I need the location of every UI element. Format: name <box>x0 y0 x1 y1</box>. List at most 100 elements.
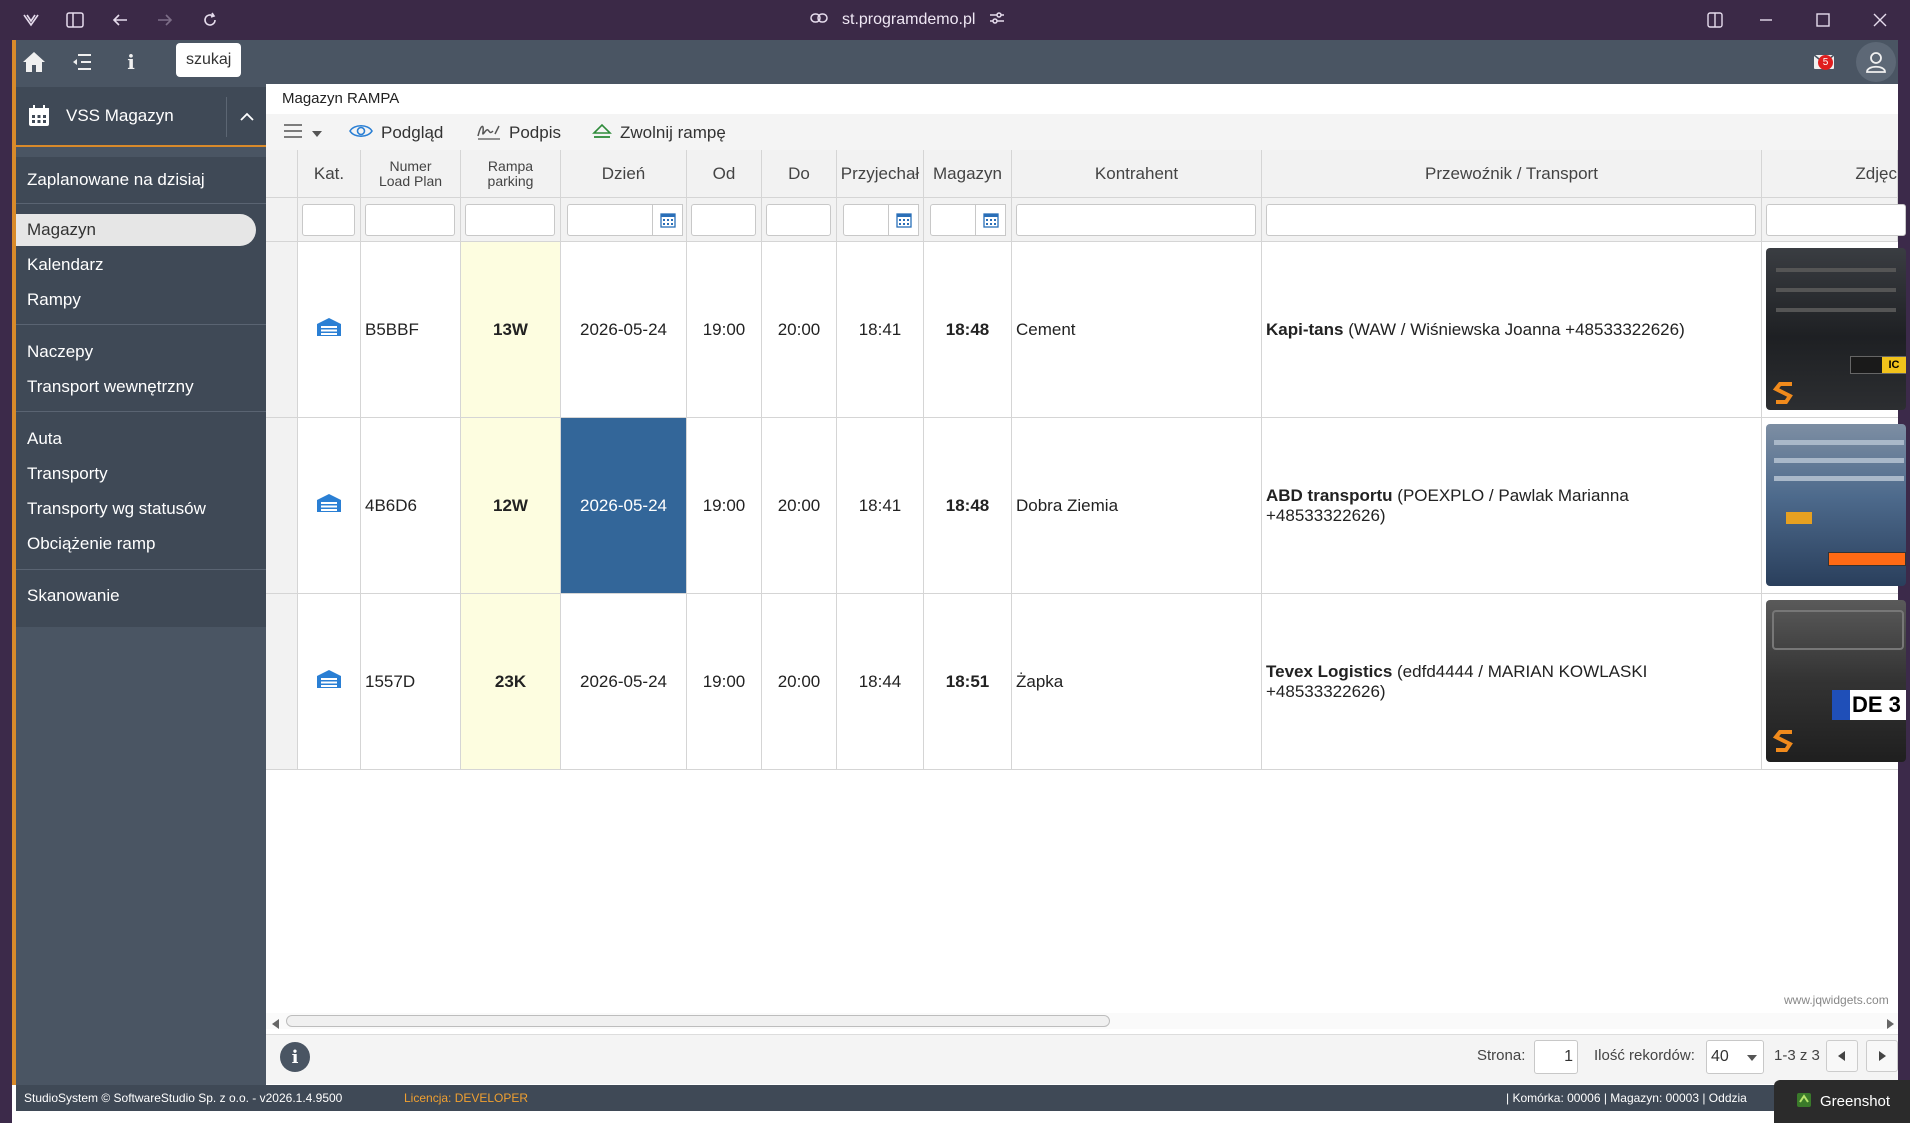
grid-menu-button[interactable] <box>283 122 323 144</box>
to-time-cell[interactable]: 20:00 <box>762 594 837 770</box>
scroll-left-arrow-icon[interactable] <box>272 1016 280 1034</box>
release-ramp-button[interactable]: Zwolnij rampę <box>592 122 726 144</box>
ramp-cell[interactable]: 12W <box>461 418 561 594</box>
scrollbar-thumb[interactable] <box>286 1015 1110 1027</box>
column-header-przewoznik[interactable]: Przewoźnik / Transport <box>1262 150 1762 198</box>
contractor-cell[interactable]: Cement <box>1012 242 1262 418</box>
row-gutter[interactable] <box>266 418 298 594</box>
load-plan-number-cell[interactable]: 4B6D6 <box>361 418 461 594</box>
to-time-cell[interactable]: 20:00 <box>762 418 837 594</box>
warehouse-time-cell[interactable]: 18:51 <box>924 594 1012 770</box>
column-header-kat[interactable]: Kat. <box>298 150 361 198</box>
filter-rampa-input[interactable] <box>465 204 555 236</box>
minimize-icon[interactable] <box>1754 8 1778 32</box>
sidebar-item-transporty-statusy[interactable]: Transporty wg statusów <box>27 493 206 525</box>
sidebar-item-rampy[interactable]: Rampy <box>27 284 81 316</box>
maximize-icon[interactable] <box>1811 8 1835 32</box>
truck-photo[interactable]: DE 3 <box>1766 600 1906 762</box>
calendar-picker-icon[interactable] <box>976 204 1006 236</box>
home-icon[interactable] <box>19 48 49 76</box>
sidebar-item-skanowanie[interactable]: Skanowanie <box>27 580 120 612</box>
to-time-cell[interactable]: 20:00 <box>762 242 837 418</box>
menu-collapse-icon[interactable] <box>67 48 97 76</box>
filter-do-input[interactable] <box>766 204 831 236</box>
module-header[interactable]: VSS Magazyn <box>16 87 266 147</box>
column-header-przyjechal[interactable]: Przyjechał <box>837 150 924 198</box>
column-header-zdjecie[interactable]: Zdjęc <box>1762 150 1898 198</box>
filter-zdjecie-input[interactable] <box>1766 204 1906 236</box>
sidebar-item-transporty[interactable]: Transporty <box>27 458 108 490</box>
load-plan-number-cell[interactable]: 1557D <box>361 594 461 770</box>
ramp-cell[interactable]: 13W <box>461 242 561 418</box>
search-button[interactable]: szukaj <box>176 43 242 77</box>
filter-kat-input[interactable] <box>302 204 355 236</box>
warehouse-time-cell[interactable]: 18:48 <box>924 418 1012 594</box>
category-cell[interactable] <box>298 594 361 770</box>
day-cell-selected[interactable]: 2026-05-24 <box>561 418 687 594</box>
sidebar-item-kalendarz[interactable]: Kalendarz <box>27 249 104 281</box>
forward-arrow-icon[interactable] <box>153 8 177 32</box>
sidebar-item-zaplanowane[interactable]: Zaplanowane na dzisiaj <box>27 164 205 196</box>
row-gutter[interactable] <box>266 242 298 418</box>
calendar-picker-icon[interactable] <box>653 204 683 236</box>
filter-numer-input[interactable] <box>365 204 455 236</box>
records-select[interactable]: 40 <box>1706 1040 1764 1074</box>
contractor-cell[interactable]: Dobra Ziemia <box>1012 418 1262 594</box>
prev-page-button[interactable] <box>1826 1040 1858 1072</box>
row-gutter[interactable] <box>266 594 298 770</box>
warehouse-time-cell[interactable]: 18:48 <box>924 242 1012 418</box>
photo-cell[interactable]: IC <box>1762 242 1906 418</box>
column-header-rampa[interactable]: Rampa parking <box>461 150 561 198</box>
next-page-button[interactable] <box>1866 1040 1898 1072</box>
carrier-cell[interactable]: ABD transportu (POEXPLO / Pawlak Mariann… <box>1262 418 1762 594</box>
chevron-up-icon[interactable] <box>226 97 266 137</box>
reload-icon[interactable] <box>198 8 222 32</box>
category-cell[interactable] <box>298 242 361 418</box>
split-view-icon[interactable] <box>1703 8 1727 32</box>
column-header-do[interactable]: Do <box>762 150 837 198</box>
truck-photo[interactable]: IC <box>1766 248 1906 410</box>
filter-dzien-input[interactable] <box>567 204 653 236</box>
arrived-time-cell[interactable]: 18:41 <box>837 242 924 418</box>
from-time-cell[interactable]: 19:00 <box>687 418 762 594</box>
browser-logo-icon[interactable] <box>19 8 43 32</box>
contractor-cell[interactable]: Żapka <box>1012 594 1262 770</box>
info-icon[interactable]: i <box>116 48 146 76</box>
sidebar-item-obciazenie-ramp[interactable]: Obciążenie ramp <box>27 528 156 560</box>
photo-cell[interactable] <box>1762 418 1906 594</box>
site-settings-icon[interactable] <box>989 10 1005 31</box>
day-cell[interactable]: 2026-05-24 <box>561 242 687 418</box>
sign-button[interactable]: Podpis <box>477 122 561 144</box>
filter-od-input[interactable] <box>691 204 756 236</box>
load-plan-number-cell[interactable]: B5BBF <box>361 242 461 418</box>
close-icon[interactable] <box>1868 8 1892 32</box>
sidebar-item-naczepy[interactable]: Naczepy <box>27 336 93 368</box>
from-time-cell[interactable]: 19:00 <box>687 594 762 770</box>
column-header-magazyn[interactable]: Magazyn <box>924 150 1012 198</box>
url-text[interactable]: st.programdemo.pl <box>842 11 975 29</box>
column-header-numer[interactable]: Numer Load Plan <box>361 150 461 198</box>
day-cell[interactable]: 2026-05-24 <box>561 594 687 770</box>
carrier-cell[interactable]: Tevex Logistics (edfd4444 / MARIAN KOWLA… <box>1262 594 1762 770</box>
carrier-cell[interactable]: Kapi-tans (WAW / Wiśniewska Joanna +4853… <box>1262 242 1762 418</box>
filter-przewoznik-input[interactable] <box>1266 204 1756 236</box>
ramp-cell[interactable]: 23K <box>461 594 561 770</box>
truck-photo[interactable] <box>1766 424 1906 586</box>
sidebar-toggle-icon[interactable] <box>63 8 87 32</box>
arrived-time-cell[interactable]: 18:41 <box>837 418 924 594</box>
preview-button[interactable]: Podgląd <box>349 122 443 144</box>
sidebar-item-magazyn[interactable]: Magazyn <box>16 214 256 246</box>
horizontal-scrollbar[interactable] <box>266 1013 1898 1029</box>
photo-cell[interactable]: DE 3 <box>1762 594 1906 770</box>
filter-kontrahent-input[interactable] <box>1016 204 1256 236</box>
scroll-right-arrow-icon[interactable] <box>1886 1016 1894 1034</box>
column-header-od[interactable]: Od <box>687 150 762 198</box>
filter-magazyn-input[interactable] <box>930 204 976 236</box>
column-header-dzien[interactable]: Dzień <box>561 150 687 198</box>
greenshot-taskbar-item[interactable]: Greenshot <box>1774 1080 1910 1123</box>
category-cell[interactable] <box>298 418 361 594</box>
arrived-time-cell[interactable]: 18:44 <box>837 594 924 770</box>
sidebar-item-auta[interactable]: Auta <box>27 423 62 455</box>
calendar-picker-icon[interactable] <box>889 204 919 236</box>
column-header-kontrahent[interactable]: Kontrahent <box>1012 150 1262 198</box>
